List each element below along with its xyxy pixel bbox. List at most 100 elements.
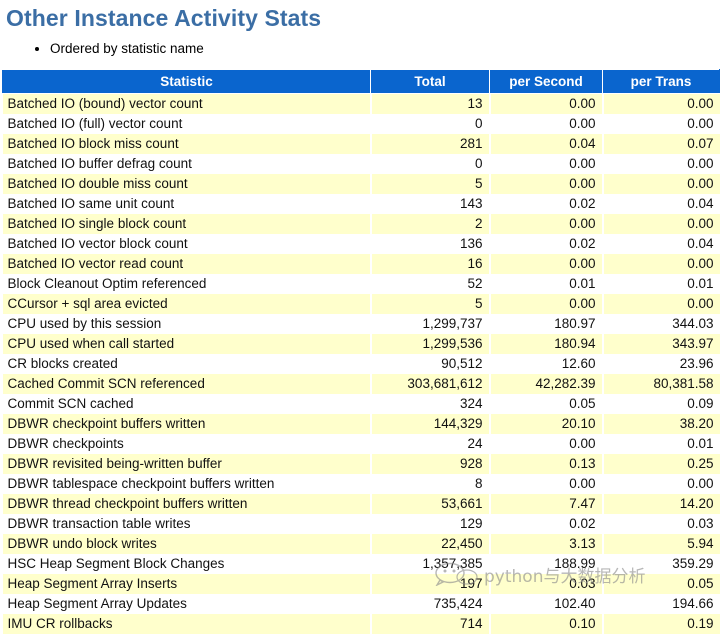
cell-per-trans: 14.20 [603, 494, 720, 514]
table-row: Batched IO buffer defrag count00.000.00 [3, 154, 720, 174]
cell-per-trans: 0.00 [603, 474, 720, 494]
cell-per-second: 0.01 [490, 274, 603, 294]
table-row: CR blocks created90,51212.6023.96 [3, 354, 720, 374]
cell-per-trans: 5.94 [603, 534, 720, 554]
table-row: Commit SCN cached3240.050.09 [3, 394, 720, 414]
cell-per-second: 0.02 [490, 194, 603, 214]
cell-per-second: 0.05 [490, 394, 603, 414]
cell-per-second: 0.00 [490, 114, 603, 134]
cell-per-second: 0.00 [490, 94, 603, 115]
cell-per-trans: 0.25 [603, 454, 720, 474]
table-row: DBWR checkpoint buffers written144,32920… [3, 414, 720, 434]
cell-per-second: 0.10 [490, 614, 603, 634]
cell-per-second: 180.94 [490, 334, 603, 354]
cell-per-trans: 194.66 [603, 594, 720, 614]
cell-per-second: 0.00 [490, 434, 603, 454]
cell-per-second: 102.40 [490, 594, 603, 614]
cell-per-trans: 0.09 [603, 394, 720, 414]
cell-per-trans: 0.01 [603, 274, 720, 294]
cell-statistic: Batched IO vector block count [3, 234, 371, 254]
cell-statistic: DBWR checkpoint buffers written [3, 414, 371, 434]
cell-total: 1,357,385 [371, 554, 490, 574]
cell-total: 136 [371, 234, 490, 254]
column-header-total[interactable]: Total [371, 70, 490, 94]
cell-per-trans: 0.03 [603, 514, 720, 534]
table-row: DBWR undo block writes22,4503.135.94 [3, 534, 720, 554]
column-header-per-trans[interactable]: per Trans [603, 70, 720, 94]
table-row: DBWR revisited being-written buffer9280.… [3, 454, 720, 474]
cell-per-second: 42,282.39 [490, 374, 603, 394]
cell-statistic: CCursor + sql area evicted [3, 294, 371, 314]
cell-total: 90,512 [371, 354, 490, 374]
table-row: Cached Commit SCN referenced303,681,6124… [3, 374, 720, 394]
table-row: IMU CR rollbacks7140.100.19 [3, 614, 720, 634]
cell-per-second: 0.00 [490, 254, 603, 274]
cell-per-second: 7.47 [490, 494, 603, 514]
cell-total: 13 [371, 94, 490, 115]
cell-per-second: 0.00 [490, 474, 603, 494]
table-row: Heap Segment Array Updates735,424102.401… [3, 594, 720, 614]
cell-total: 1,299,536 [371, 334, 490, 354]
cell-total: 52 [371, 274, 490, 294]
cell-statistic: Batched IO single block count [3, 214, 371, 234]
cell-per-trans: 0.00 [603, 154, 720, 174]
cell-per-trans: 343.97 [603, 334, 720, 354]
cell-statistic: Batched IO double miss count [3, 174, 371, 194]
cell-statistic: Block Cleanout Optim referenced [3, 274, 371, 294]
cell-per-trans: 0.00 [603, 294, 720, 314]
cell-total: 281 [371, 134, 490, 154]
table-row: DBWR transaction table writes1290.020.03 [3, 514, 720, 534]
cell-per-second: 0.00 [490, 174, 603, 194]
cell-per-trans: 0.00 [603, 214, 720, 234]
cell-per-trans: 0.05 [603, 574, 720, 594]
cell-total: 303,681,612 [371, 374, 490, 394]
cell-total: 928 [371, 454, 490, 474]
cell-total: 129 [371, 514, 490, 534]
cell-per-trans: 38.20 [603, 414, 720, 434]
cell-per-trans: 0.04 [603, 194, 720, 214]
notes-list: Ordered by statistic name [0, 40, 721, 57]
column-header-statistic[interactable]: Statistic [3, 70, 371, 94]
cell-statistic: Batched IO buffer defrag count [3, 154, 371, 174]
cell-statistic: DBWR revisited being-written buffer [3, 454, 371, 474]
table-row: DBWR checkpoints240.000.01 [3, 434, 720, 454]
table-row: Batched IO double miss count50.000.00 [3, 174, 720, 194]
table-row: CPU used when call started1,299,536180.9… [3, 334, 720, 354]
cell-statistic: CR blocks created [3, 354, 371, 374]
table-row: Batched IO vector read count160.000.00 [3, 254, 720, 274]
cell-statistic: DBWR tablespace checkpoint buffers writt… [3, 474, 371, 494]
cell-per-second: 0.13 [490, 454, 603, 474]
table-row: Batched IO (bound) vector count130.000.0… [3, 94, 720, 115]
cell-per-trans: 0.00 [603, 254, 720, 274]
cell-statistic: DBWR thread checkpoint buffers written [3, 494, 371, 514]
cell-statistic: HSC Heap Segment Block Changes [3, 554, 371, 574]
cell-per-second: 0.03 [490, 574, 603, 594]
cell-total: 0 [371, 154, 490, 174]
cell-total: 735,424 [371, 594, 490, 614]
cell-total: 197 [371, 574, 490, 594]
cell-total: 0 [371, 114, 490, 134]
table-row: Block Cleanout Optim referenced520.010.0… [3, 274, 720, 294]
cell-total: 22,450 [371, 534, 490, 554]
cell-per-trans: 0.00 [603, 174, 720, 194]
cell-statistic: Heap Segment Array Inserts [3, 574, 371, 594]
cell-statistic: DBWR transaction table writes [3, 514, 371, 534]
cell-total: 5 [371, 294, 490, 314]
table-row: CCursor + sql area evicted50.000.00 [3, 294, 720, 314]
table-row: Batched IO block miss count2810.040.07 [3, 134, 720, 154]
cell-statistic: IMU CR rollbacks [3, 614, 371, 634]
column-header-per-second[interactable]: per Second [490, 70, 603, 94]
cell-per-second: 180.97 [490, 314, 603, 334]
cell-statistic: Batched IO (full) vector count [3, 114, 371, 134]
cell-statistic: Batched IO (bound) vector count [3, 94, 371, 115]
cell-statistic: CPU used by this session [3, 314, 371, 334]
cell-total: 144,329 [371, 414, 490, 434]
cell-total: 324 [371, 394, 490, 414]
page-title: Other Instance Activity Stats [0, 0, 721, 32]
cell-statistic: Heap Segment Array Updates [3, 594, 371, 614]
cell-per-trans: 80,381.58 [603, 374, 720, 394]
cell-total: 143 [371, 194, 490, 214]
table-row: Batched IO (full) vector count00.000.00 [3, 114, 720, 134]
cell-per-trans: 0.04 [603, 234, 720, 254]
table-header-row: Statistic Total per Second per Trans [3, 70, 720, 94]
